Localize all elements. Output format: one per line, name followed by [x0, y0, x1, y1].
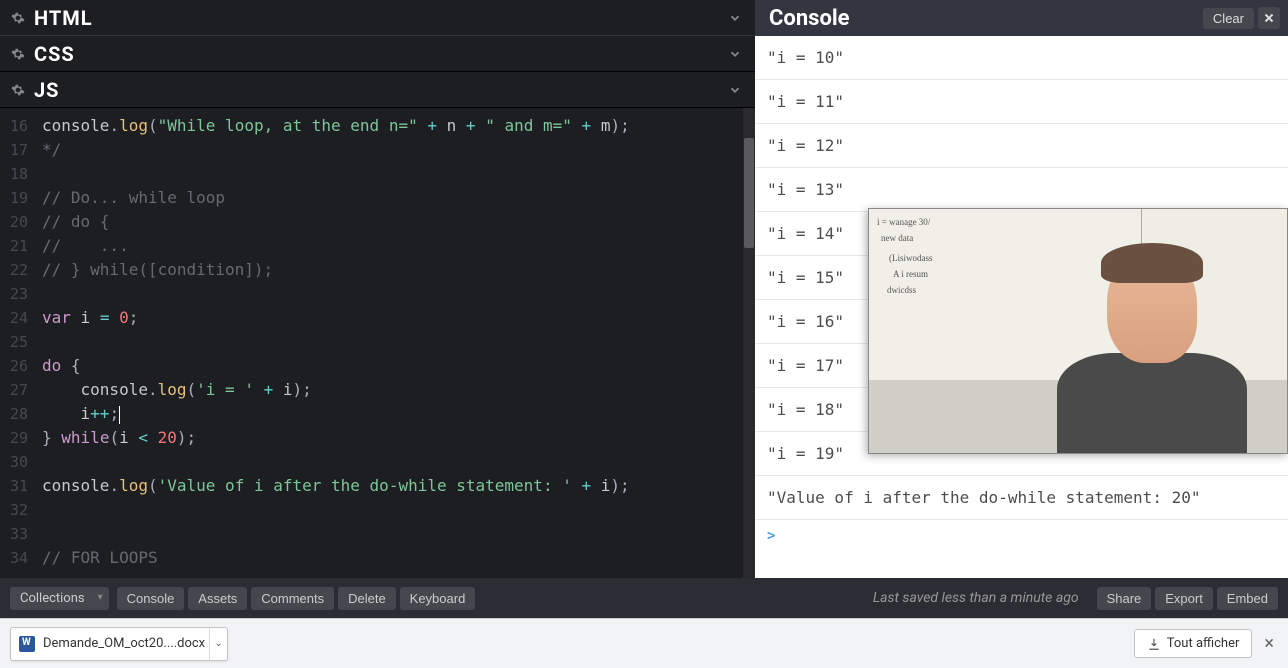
console-line: "Value of i after the do-while statement… — [755, 476, 1288, 520]
bottom-toolbar: Collections Console Assets Comments Dele… — [0, 578, 1288, 618]
download-item[interactable]: Demande_OM_oct20....docx ⌄ — [10, 627, 228, 661]
share-button[interactable]: Share — [1097, 587, 1152, 610]
line-number: 27 — [0, 378, 34, 402]
show-all-label: Tout afficher — [1167, 636, 1240, 651]
line-number: 23 — [0, 282, 34, 306]
code-line[interactable] — [34, 330, 755, 354]
clear-button[interactable]: Clear — [1203, 8, 1254, 29]
delete-button[interactable]: Delete — [338, 587, 396, 610]
console-title: Console — [763, 6, 850, 31]
line-number: 20 — [0, 210, 34, 234]
css-panel-title: CSS — [34, 42, 75, 66]
save-status: Last saved less than a minute ago — [873, 590, 1079, 606]
js-panel-header[interactable]: JS — [0, 72, 755, 108]
code-line[interactable]: i++; — [34, 402, 755, 426]
code-line[interactable]: var i = 0; — [34, 306, 755, 330]
keyboard-button[interactable]: Keyboard — [400, 587, 476, 610]
line-number: 30 — [0, 450, 34, 474]
line-number: 17 — [0, 138, 34, 162]
downloads-bar: Demande_OM_oct20....docx ⌄ Tout afficher… — [0, 618, 1288, 668]
line-number: 29 — [0, 426, 34, 450]
line-number-gutter: 16171819202122232425262728293031323334 — [0, 108, 34, 578]
line-number: 31 — [0, 474, 34, 498]
code-line[interactable]: // } while([condition]); — [34, 258, 755, 282]
editor-scrollbar-thumb[interactable] — [744, 138, 754, 248]
html-panel-header[interactable]: HTML — [0, 0, 755, 36]
show-all-downloads-button[interactable]: Tout afficher — [1134, 629, 1253, 658]
word-doc-icon — [19, 636, 35, 652]
code-line[interactable] — [34, 498, 755, 522]
code-line[interactable] — [34, 522, 755, 546]
download-icon — [1147, 637, 1161, 651]
code-line[interactable]: */ — [34, 138, 755, 162]
download-filename: Demande_OM_oct20....docx — [43, 636, 205, 651]
js-panel-title: JS — [34, 78, 60, 102]
code-content[interactable]: console.log("While loop, at the end n=" … — [34, 108, 755, 578]
gear-icon[interactable] — [10, 82, 26, 98]
close-icon[interactable]: × — [1260, 633, 1278, 654]
comments-button[interactable]: Comments — [251, 587, 334, 610]
chevron-down-icon[interactable]: ⌄ — [209, 628, 227, 660]
line-number: 26 — [0, 354, 34, 378]
code-line[interactable]: console.log('Value of i after the do-whi… — [34, 474, 755, 498]
line-number: 21 — [0, 234, 34, 258]
gear-icon[interactable] — [10, 10, 26, 26]
line-number: 28 — [0, 402, 34, 426]
line-number: 25 — [0, 330, 34, 354]
js-code-editor[interactable]: 16171819202122232425262728293031323334 c… — [0, 108, 755, 578]
code-line[interactable]: console.log('i = ' + i); — [34, 378, 755, 402]
collections-dropdown[interactable]: Collections — [10, 587, 109, 610]
line-number: 33 — [0, 522, 34, 546]
video-picture-in-picture[interactable]: i = wanage 30/ new data (Lisiwodass A i … — [868, 208, 1288, 454]
code-line[interactable]: // ... — [34, 234, 755, 258]
chevron-down-icon[interactable] — [725, 44, 745, 64]
close-icon[interactable] — [1258, 7, 1280, 29]
line-number: 16 — [0, 114, 34, 138]
console-line: "i = 12" — [755, 124, 1288, 168]
line-number: 34 — [0, 546, 34, 570]
line-number: 18 — [0, 162, 34, 186]
console-line: "i = 13" — [755, 168, 1288, 212]
embed-button[interactable]: Embed — [1217, 587, 1278, 610]
code-line[interactable]: } while(i < 20); — [34, 426, 755, 450]
code-line[interactable]: // Do... while loop — [34, 186, 755, 210]
chevron-down-icon[interactable] — [725, 80, 745, 100]
code-line[interactable] — [34, 162, 755, 186]
code-line[interactable]: // do { — [34, 210, 755, 234]
line-number: 19 — [0, 186, 34, 210]
code-line[interactable] — [34, 450, 755, 474]
console-line: "i = 11" — [755, 80, 1288, 124]
console-line: "i = 10" — [755, 36, 1288, 80]
html-panel-title: HTML — [34, 6, 93, 30]
code-line[interactable]: // FOR LOOPS — [34, 546, 755, 570]
line-number: 22 — [0, 258, 34, 282]
line-number: 24 — [0, 306, 34, 330]
console-header: Console Clear — [755, 0, 1288, 36]
console-button[interactable]: Console — [117, 587, 185, 610]
line-number: 32 — [0, 498, 34, 522]
console-prompt[interactable]: > — [755, 520, 1288, 552]
gear-icon[interactable] — [10, 46, 26, 62]
code-line[interactable]: do { — [34, 354, 755, 378]
export-button[interactable]: Export — [1155, 587, 1213, 610]
code-line[interactable] — [34, 282, 755, 306]
code-line[interactable]: console.log("While loop, at the end n=" … — [34, 114, 755, 138]
editor-scrollbar-track[interactable] — [743, 108, 755, 578]
assets-button[interactable]: Assets — [188, 587, 247, 610]
css-panel-header[interactable]: CSS — [0, 36, 755, 72]
chevron-down-icon[interactable] — [725, 8, 745, 28]
